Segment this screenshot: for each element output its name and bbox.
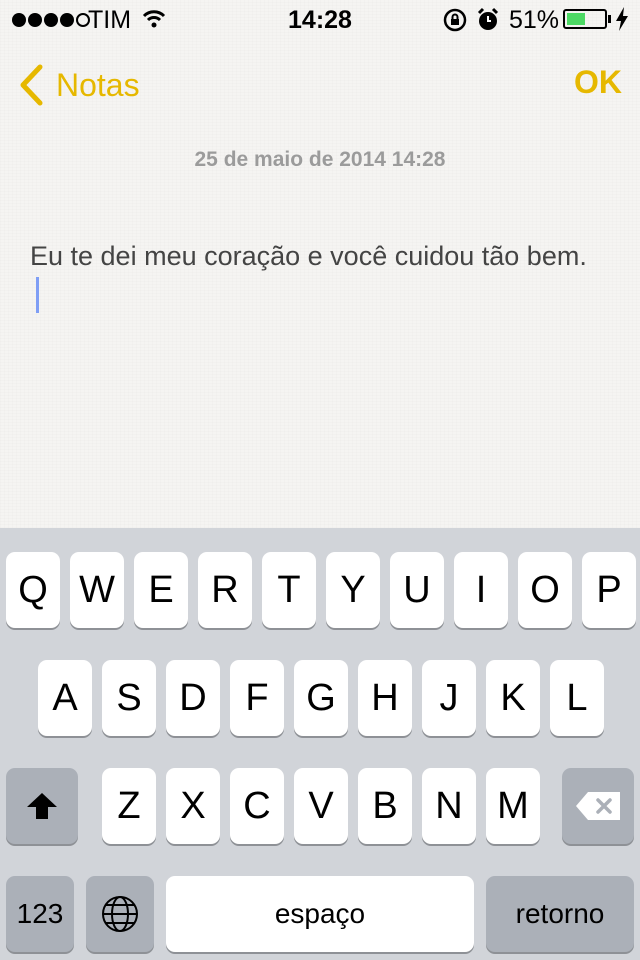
backspace-key[interactable]: [562, 768, 634, 844]
key-s[interactable]: S: [102, 660, 156, 736]
key-b[interactable]: B: [358, 768, 412, 844]
note-text: Eu te dei meu coração e você cuidou tão …: [30, 241, 587, 271]
key-l[interactable]: L: [550, 660, 604, 736]
text-caret: [36, 277, 39, 313]
key-g[interactable]: G: [294, 660, 348, 736]
done-button[interactable]: OK: [574, 64, 622, 101]
battery-percent: 51%: [509, 6, 560, 34]
key-u[interactable]: U: [390, 552, 444, 628]
numbers-key[interactable]: 123: [6, 876, 74, 952]
key-n[interactable]: N: [422, 768, 476, 844]
return-key[interactable]: retorno: [486, 876, 634, 952]
key-y[interactable]: Y: [326, 552, 380, 628]
key-v[interactable]: V: [294, 768, 348, 844]
back-button[interactable]: Notas: [18, 62, 140, 108]
shift-key[interactable]: [6, 768, 78, 844]
key-w[interactable]: W: [70, 552, 124, 628]
shift-icon: [27, 793, 57, 819]
alarm-icon: [476, 7, 500, 40]
back-button-label: Notas: [56, 66, 140, 103]
status-bar: TIM 14:28 51%: [0, 0, 640, 40]
rotation-lock-icon: [443, 8, 467, 39]
note-text-area[interactable]: Eu te dei meu coração e você cuidou tão …: [30, 236, 590, 316]
key-j[interactable]: J: [422, 660, 476, 736]
key-f[interactable]: F: [230, 660, 284, 736]
space-key[interactable]: espaço: [166, 876, 474, 952]
key-o[interactable]: O: [518, 552, 572, 628]
backspace-icon: [576, 792, 620, 820]
battery-icon: [563, 9, 607, 29]
chevron-left-icon: [20, 64, 43, 106]
globe-icon: [102, 896, 138, 932]
key-d[interactable]: D: [166, 660, 220, 736]
key-i[interactable]: I: [454, 552, 508, 628]
key-p[interactable]: P: [582, 552, 636, 628]
key-k[interactable]: K: [486, 660, 540, 736]
key-h[interactable]: H: [358, 660, 412, 736]
key-t[interactable]: T: [262, 552, 316, 628]
key-e[interactable]: E: [134, 552, 188, 628]
keyboard: QWERTYUIOP ASDFGHJKL ZXCVBNM 123 espaço …: [0, 528, 640, 960]
globe-key[interactable]: [86, 876, 154, 952]
charging-bolt-icon: [615, 7, 629, 38]
key-a[interactable]: A: [38, 660, 92, 736]
key-m[interactable]: M: [486, 768, 540, 844]
key-z[interactable]: Z: [102, 768, 156, 844]
note-date: 25 de maio de 2014 14:28: [194, 148, 446, 171]
key-x[interactable]: X: [166, 768, 220, 844]
key-c[interactable]: C: [230, 768, 284, 844]
key-r[interactable]: R: [198, 552, 252, 628]
key-q[interactable]: Q: [6, 552, 60, 628]
